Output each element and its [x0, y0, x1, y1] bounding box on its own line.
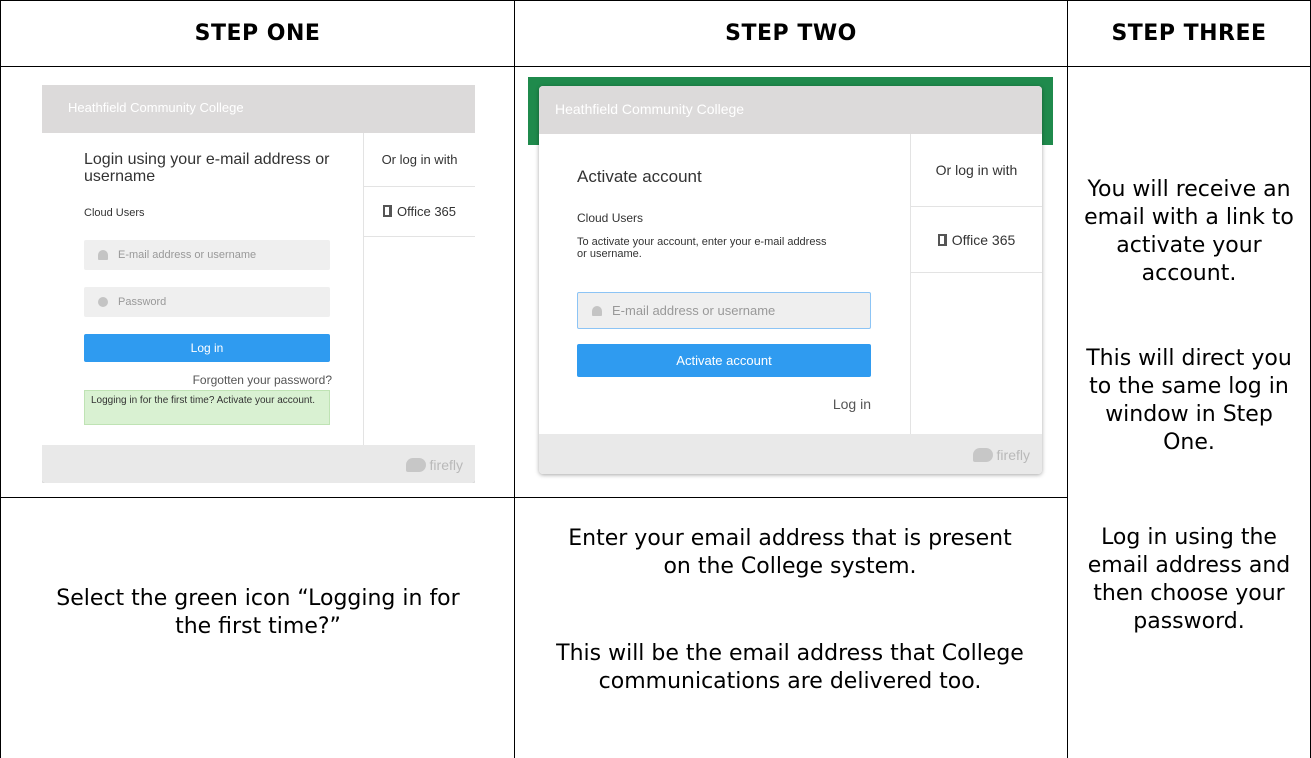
step-three-description-1: You will receive an email with a link to…: [1084, 177, 1294, 286]
password-placeholder: Password: [118, 296, 167, 308]
firefly-logo-icon: [405, 458, 426, 472]
step-three-description-3: Log in using the email address and then …: [1087, 525, 1291, 634]
step-one-description: Select the green icon “Logging in for th…: [56, 586, 460, 639]
cloud-users-label: Cloud Users: [84, 207, 145, 219]
alt-login-panel: Or log in with Office 365: [910, 134, 1042, 434]
firefly-text: firefly: [996, 447, 1030, 463]
office365-icon: [382, 205, 392, 217]
log-in-link[interactable]: Log in: [771, 396, 871, 412]
table-border-left: [0, 0, 1, 758]
office365-login[interactable]: Office 365: [911, 207, 1042, 273]
or-log-in-with-label: Or log in with: [911, 134, 1042, 207]
forgot-password-link[interactable]: Forgotten your password?: [182, 373, 332, 387]
row-divider: [0, 497, 1067, 498]
header-step-one: STEP ONE: [194, 20, 321, 46]
first-time-notice[interactable]: Logging in for the first time? Activate …: [84, 390, 330, 425]
login-heading: Login using your e-mail address or usern…: [84, 151, 330, 185]
lock-icon: [98, 297, 108, 307]
card-title-bar: Heathfield Community College: [539, 86, 1042, 134]
email-input[interactable]: E-mail address or username: [577, 292, 871, 329]
activate-account-button[interactable]: Activate account: [577, 344, 871, 377]
firefly-brand: firefly: [972, 447, 1030, 463]
password-input[interactable]: Password: [84, 287, 330, 317]
activate-card: Heathfield Community College Activate ac…: [539, 86, 1042, 474]
step-three-description-2: This will direct you to the same log in …: [1086, 346, 1292, 455]
header-step-two: STEP TWO: [725, 20, 857, 46]
firefly-text: firefly: [429, 457, 463, 473]
firefly-brand: firefly: [405, 457, 463, 473]
or-log-in-with-label: Or log in with: [364, 133, 475, 187]
login-button[interactable]: Log in: [84, 334, 330, 362]
login-card: Heathfield Community College Login using…: [42, 85, 475, 483]
header-step-three: STEP THREE: [1111, 20, 1267, 46]
office365-login[interactable]: Office 365: [364, 187, 475, 237]
activate-heading: Activate account: [577, 167, 702, 186]
email-placeholder: E-mail address or username: [118, 249, 257, 261]
email-placeholder: E-mail address or username: [612, 303, 776, 318]
column-divider-1: [514, 0, 515, 758]
college-name: Heathfield Community College: [555, 101, 745, 117]
step-two-description-2: This will be the email address that Coll…: [556, 641, 1024, 694]
step-two-screenshot: Heathfield Community College Activate ac…: [528, 77, 1053, 484]
user-icon: [592, 305, 602, 316]
firefly-logo-icon: [972, 448, 993, 462]
email-input[interactable]: E-mail address or username: [84, 240, 330, 270]
activate-instruction: To activate your account, enter your e-m…: [577, 236, 827, 260]
user-icon: [98, 250, 108, 260]
college-name: Heathfield Community College: [68, 100, 244, 115]
header-divider: [0, 66, 1311, 67]
card-footer: firefly: [539, 434, 1042, 474]
office365-label: Office 365: [396, 204, 457, 219]
step-two-description-1: Enter your email address that is present…: [568, 526, 1012, 579]
cloud-users-label: Cloud Users: [577, 211, 644, 225]
step-one-screenshot: Heathfield Community College Login using…: [42, 85, 475, 483]
card-footer: firefly: [42, 445, 475, 483]
office365-label: Office 365: [951, 232, 1016, 248]
instructions-table: STEP ONE STEP TWO STEP THREE Heathfield …: [0, 0, 1311, 758]
office365-icon: [937, 234, 947, 246]
alt-login-panel: Or log in with Office 365: [363, 133, 475, 445]
column-divider-2: [1067, 0, 1068, 758]
card-title-bar: Heathfield Community College: [42, 85, 475, 133]
